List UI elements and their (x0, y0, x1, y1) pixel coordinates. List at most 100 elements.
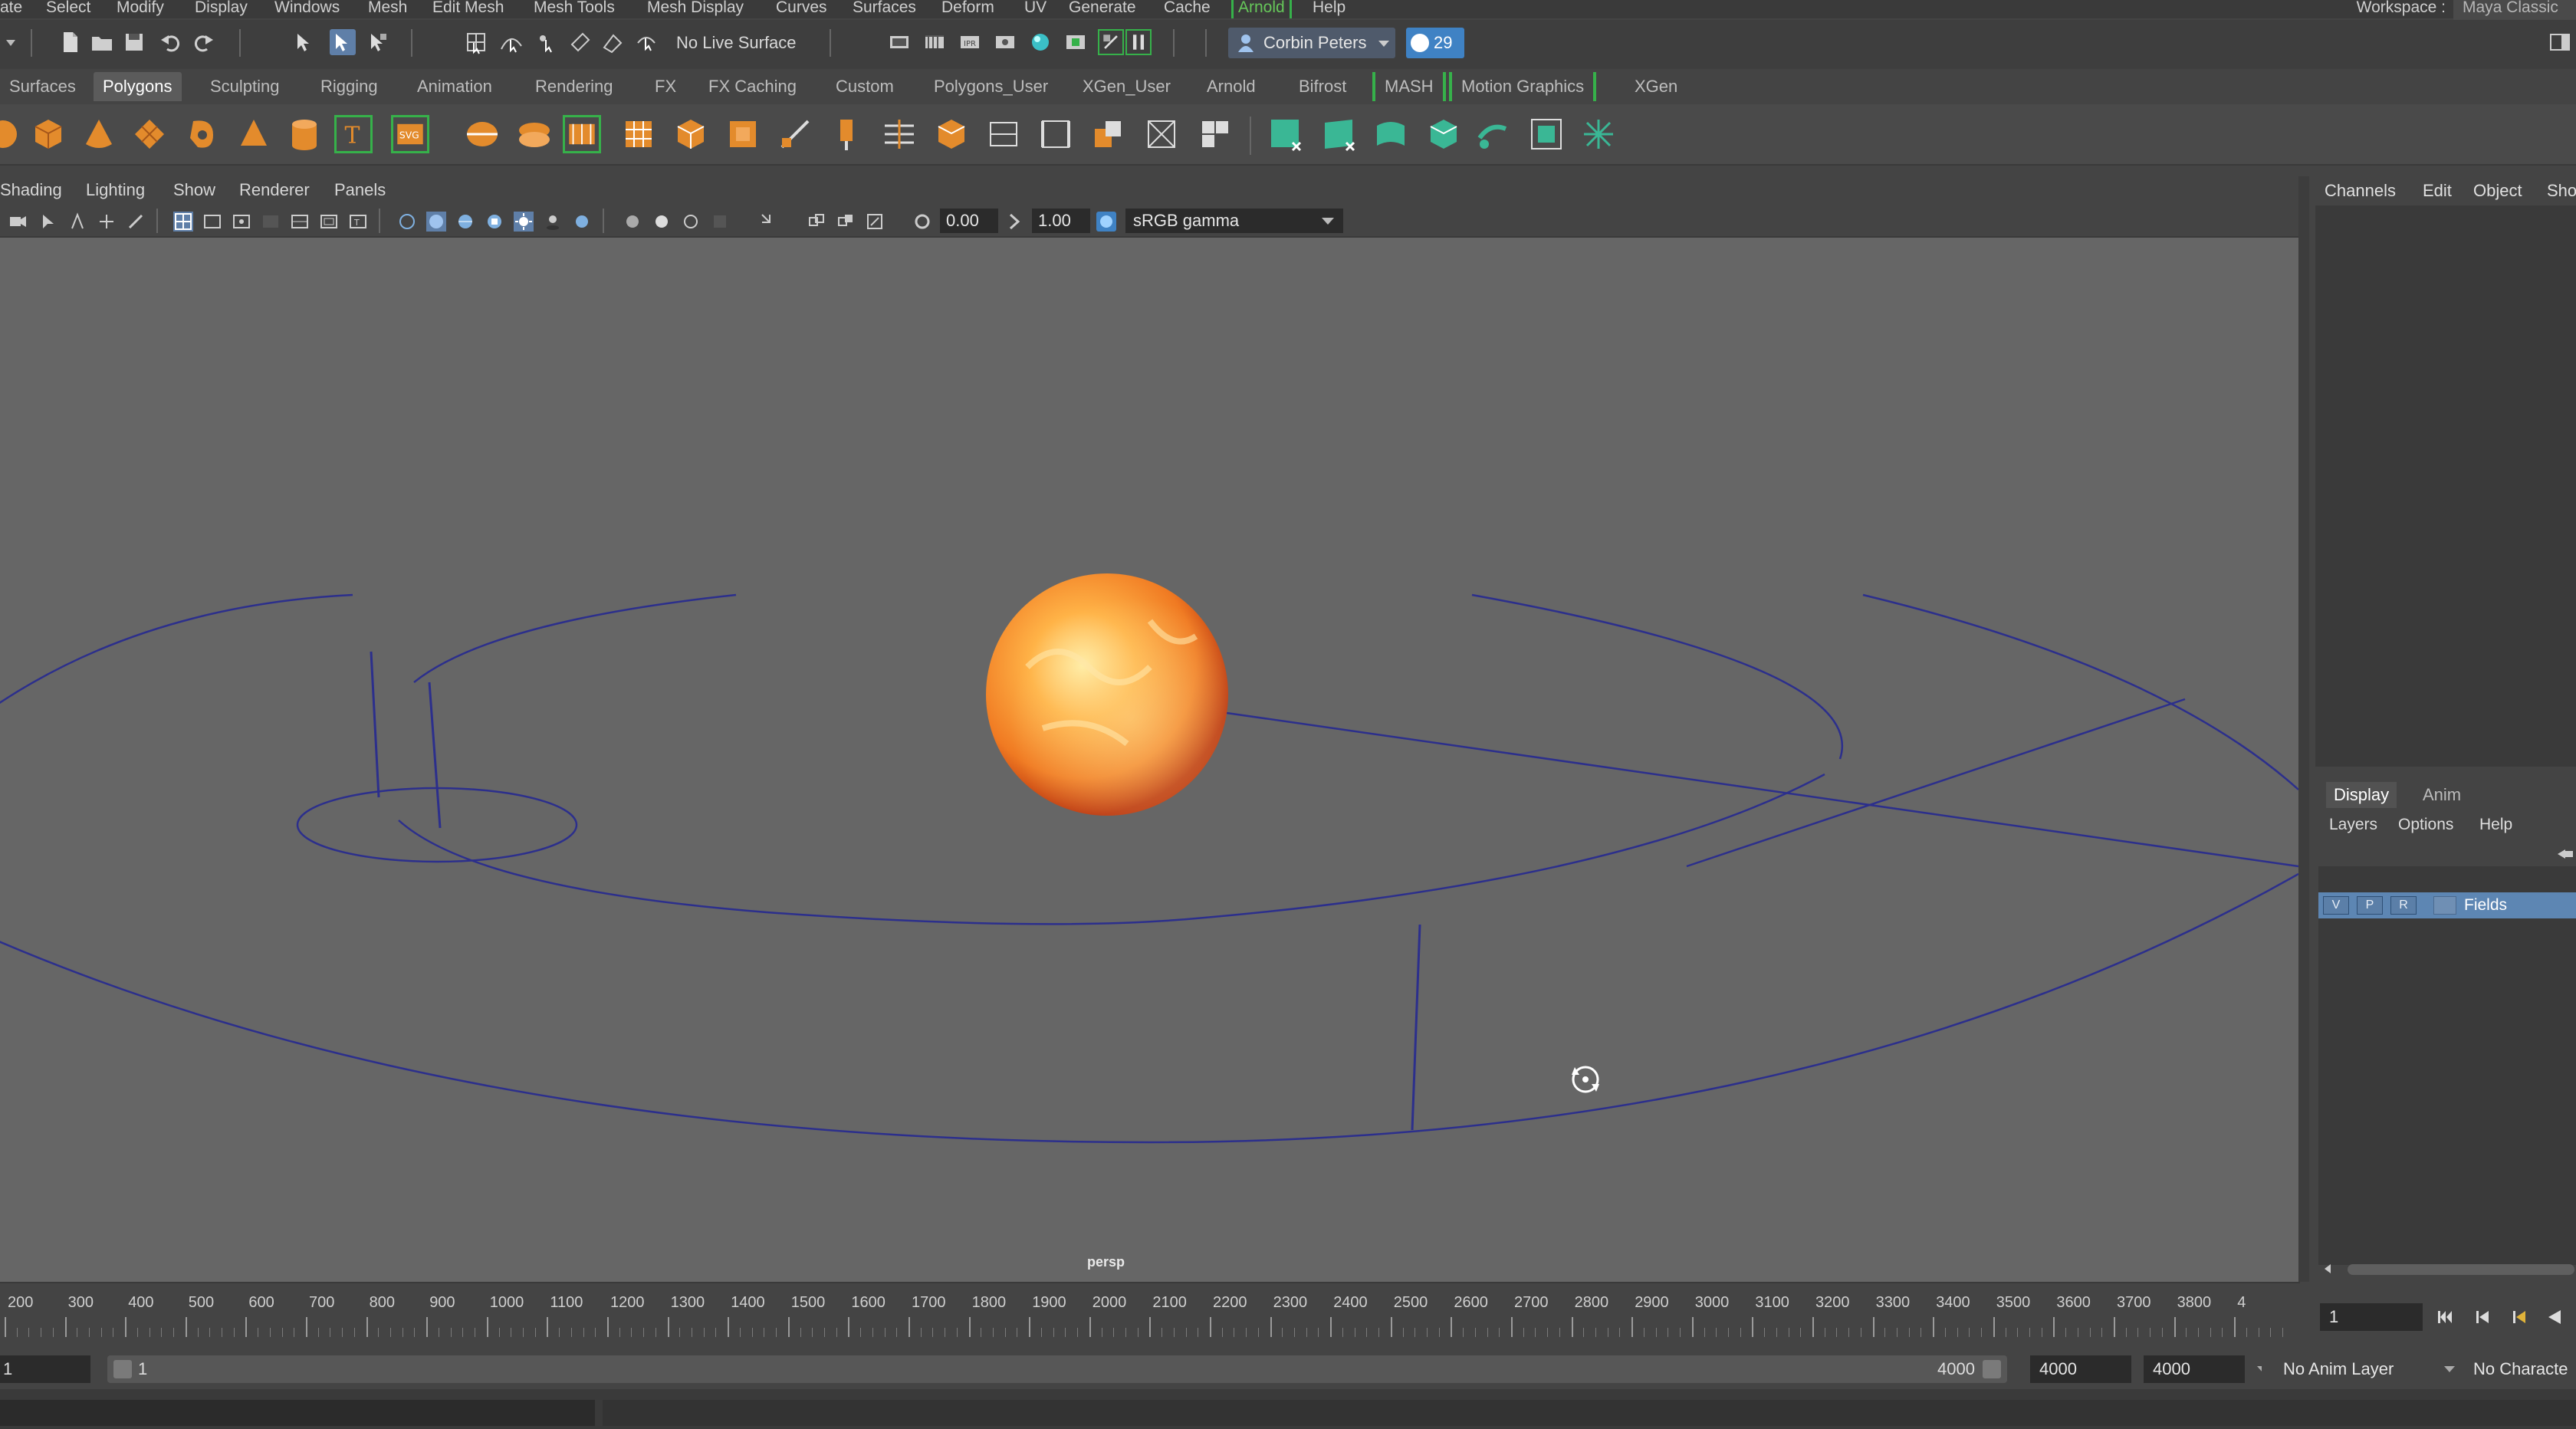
poly-torus-icon[interactable] (182, 115, 221, 153)
step-back-frame-icon[interactable] (2509, 1306, 2530, 1328)
menu-modify[interactable]: Modify (117, 0, 164, 18)
gamma-field[interactable]: 1.00 (1032, 209, 1090, 233)
select-by-hierarchy-icon[interactable] (291, 29, 317, 55)
panel-divider[interactable] (2298, 176, 2309, 1282)
resolution-gate-icon[interactable] (232, 212, 251, 232)
camera-attributes-icon[interactable] (38, 212, 58, 232)
xray-components-icon[interactable] (836, 212, 856, 232)
redo-icon[interactable] (190, 29, 216, 55)
textured-icon[interactable] (485, 212, 504, 232)
planar-uv-icon[interactable] (984, 115, 1023, 153)
shelf-tab-motion-graphics[interactable]: Motion Graphics (1449, 72, 1597, 101)
combine-icon[interactable] (463, 115, 501, 153)
gamma-icon[interactable] (1004, 212, 1024, 232)
view-transform-dropdown[interactable]: sRGB gamma (1125, 209, 1343, 233)
layer-visibility-toggle[interactable]: V (2323, 896, 2349, 915)
exposure-field[interactable]: 0.00 (940, 209, 998, 233)
command-line-input[interactable] (0, 1400, 595, 1426)
multisample-aa-icon[interactable] (652, 212, 672, 232)
layer-menu-help[interactable]: Help (2479, 814, 2512, 836)
poly-svg-icon[interactable]: SVG (391, 115, 429, 153)
scrollbar-thumb[interactable] (2348, 1264, 2574, 1275)
viewport-menu-renderer[interactable]: Renderer (239, 179, 310, 201)
poly-cube-icon[interactable] (29, 115, 67, 153)
arnold-render-view-icon[interactable] (1063, 29, 1089, 55)
extrude-icon[interactable] (724, 115, 762, 153)
color-management-icon[interactable] (1096, 212, 1116, 232)
arnold-flush-icon[interactable] (1125, 29, 1152, 55)
poly-prism-icon[interactable] (235, 115, 273, 153)
screen-space-ao-icon[interactable] (572, 212, 592, 232)
notifications-button[interactable]: 29 (1406, 28, 1464, 58)
menu-set-dropdown-icon[interactable] (3, 29, 18, 55)
mirror-icon[interactable] (619, 115, 658, 153)
bridge-icon[interactable] (932, 115, 971, 153)
shelf-tab-rigging[interactable]: Rigging (311, 72, 387, 101)
safe-action-icon[interactable] (319, 212, 339, 232)
layer-row[interactable]: V P R Fields (2318, 892, 2576, 918)
camera-uv-icon[interactable] (1037, 115, 1075, 153)
range-start-handle[interactable] (113, 1360, 132, 1378)
arnold-tools-icon[interactable] (1098, 29, 1124, 55)
mash-grid-icon[interactable] (1527, 115, 1566, 153)
menu-deform[interactable]: Deform (941, 0, 994, 18)
bevel-icon[interactable] (672, 115, 710, 153)
undo-icon[interactable] (158, 29, 184, 55)
shelf-tab-mash[interactable]: MASH (1372, 72, 1446, 101)
gate-mask-icon[interactable] (261, 212, 281, 232)
channel-box-menu-object[interactable]: Object (2473, 181, 2522, 201)
layer-color-swatch[interactable] (2433, 896, 2456, 915)
layer-menu-options[interactable]: Options (2398, 814, 2453, 836)
automatic-uv-icon[interactable] (1089, 115, 1127, 153)
mash-distribute-icon[interactable] (1320, 115, 1359, 153)
workspace-dropdown[interactable]: Maya Classic (2453, 0, 2576, 20)
menu-curves[interactable]: Curves (776, 0, 827, 18)
2d-pan-zoom-icon[interactable] (126, 212, 146, 232)
xray-joints-icon[interactable] (807, 212, 826, 232)
menu-create[interactable]: ate (0, 0, 22, 18)
save-scene-icon[interactable] (121, 29, 147, 55)
menu-arnold[interactable]: Arnold (1231, 0, 1292, 18)
bookmark-icon[interactable] (67, 212, 87, 232)
target-weld-icon[interactable] (828, 115, 866, 153)
time-slider[interactable]: 200 300 400 500 600 700 800 900 1000 1100 1200 1300… (0, 1282, 2300, 1349)
go-to-start-icon[interactable] (2435, 1306, 2456, 1328)
menu-generate[interactable]: Generate (1069, 0, 1136, 18)
channel-box-menu-show[interactable]: Sho (2547, 181, 2576, 201)
xray-icon[interactable] (759, 212, 779, 232)
mash-curve-icon[interactable] (1372, 115, 1411, 153)
snap-to-point-icon[interactable] (534, 29, 560, 55)
channel-box-menu-edit[interactable]: Edit (2423, 181, 2452, 201)
viewport-menu-show[interactable]: Show (173, 179, 215, 201)
mash-network-icon[interactable] (1267, 115, 1305, 153)
shelf-tab-fx[interactable]: FX (646, 72, 685, 101)
new-scene-icon[interactable] (57, 29, 83, 55)
menu-help[interactable]: Help (1313, 0, 1346, 18)
poly-cone-icon[interactable] (80, 115, 118, 153)
outer-orbit-curve[interactable] (0, 593, 353, 713)
shelf-tab-bifrost[interactable]: Bifrost (1290, 72, 1355, 101)
menu-cache[interactable]: Cache (1164, 0, 1211, 18)
planet-pole[interactable] (370, 651, 442, 829)
snap-to-curve-icon[interactable] (498, 29, 524, 55)
edge-loop-icon[interactable] (880, 115, 918, 153)
uv-editor-icon[interactable] (1142, 115, 1181, 153)
image-plane-icon[interactable] (97, 212, 117, 232)
animation-start-field[interactable]: 1 (0, 1355, 90, 1383)
anim-layer-dropdown[interactable]: No Anim Layer (2274, 1355, 2441, 1383)
range-track[interactable]: 1 4000 (107, 1355, 2007, 1383)
exposure-icon[interactable] (912, 212, 932, 232)
field-chart-icon[interactable] (290, 212, 310, 232)
menu-uv[interactable]: UV (1024, 0, 1046, 18)
poly-plane-icon[interactable] (130, 115, 169, 153)
shelf-tab-arnold[interactable]: Arnold (1198, 72, 1265, 101)
menu-display[interactable]: Display (195, 0, 248, 18)
smooth-icon[interactable] (563, 115, 601, 153)
wireframe-icon[interactable] (397, 212, 417, 232)
open-scene-icon[interactable] (89, 29, 115, 55)
move-layer-icon[interactable] (2556, 846, 2574, 862)
shelf-tab-fx-caching[interactable]: FX Caching (699, 72, 806, 101)
outer-orbit-curve[interactable] (1862, 593, 2298, 790)
shelf-tab-sculpting[interactable]: Sculpting (201, 72, 289, 101)
character-set-dropdown[interactable]: No Characte (2464, 1355, 2576, 1383)
